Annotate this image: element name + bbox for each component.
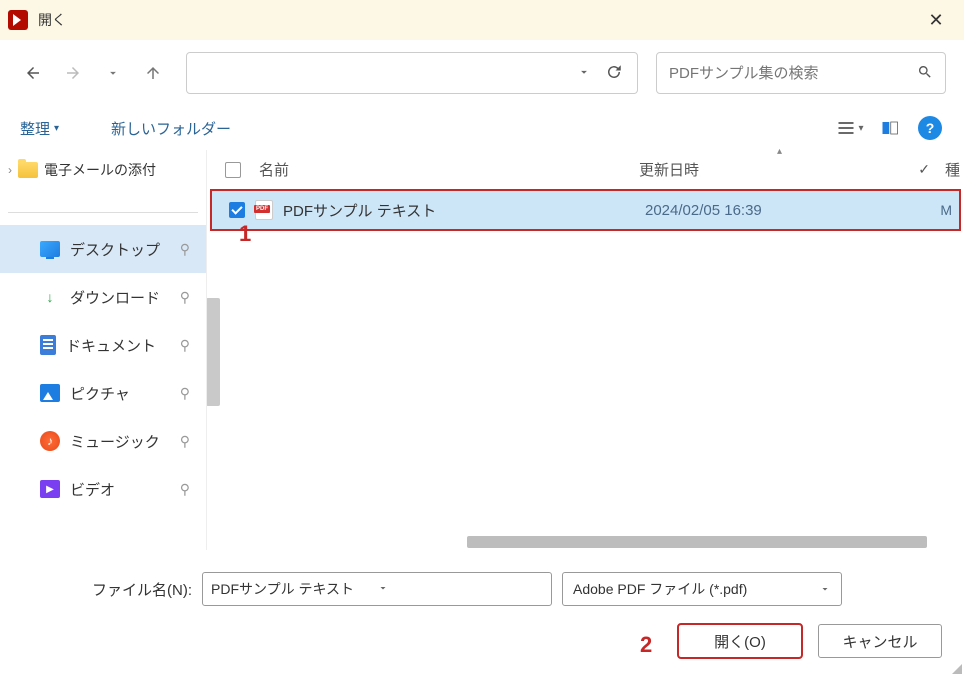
column-headers: 名前 更新日時 ▴ ✓ 種 (207, 150, 964, 190)
quick-access-list: デスクトップ ⚲ ↓ ダウンロード ⚲ ドキュメント ⚲ ピクチャ ⚲ ♪ ミュ… (0, 225, 206, 513)
desktop-icon (40, 241, 60, 257)
sidebar-item-label: ミュージック (70, 431, 160, 452)
video-icon: ▶ (40, 480, 60, 498)
chevron-right-icon: › (8, 163, 12, 177)
tree-item-attachments[interactable]: › 電子メールの添付 (0, 150, 206, 190)
pin-icon: ⚲ (180, 289, 190, 306)
file-list-pane: 名前 更新日時 ▴ ✓ 種 PDFサンプル テキスト 2024/02/05 16… (206, 150, 964, 550)
music-icon: ♪ (40, 431, 60, 451)
refresh-button[interactable] (599, 63, 629, 84)
sidebar-item-label: ダウンロード (70, 287, 160, 308)
annotation-1: 1 (239, 221, 251, 247)
pin-icon: ⚲ (180, 337, 190, 354)
sidebar-item-label: ドキュメント (66, 335, 156, 356)
refresh-icon (605, 63, 623, 81)
filename-input[interactable]: PDFサンプル テキスト (202, 572, 552, 606)
back-button[interactable] (18, 58, 48, 88)
pdf-icon (255, 200, 273, 220)
new-folder-label: 新しいフォルダー (111, 118, 231, 139)
file-date: 2024/02/05 16:39 (645, 202, 845, 219)
dropdown-icon: ▾ (54, 123, 59, 134)
document-icon (40, 335, 56, 355)
app-icon (8, 10, 28, 30)
arrow-left-icon (24, 64, 42, 82)
file-type-filter[interactable]: Adobe PDF ファイル (*.pdf) (562, 572, 842, 606)
sidebar-item-videos[interactable]: ▶ ビデオ ⚲ (0, 465, 206, 513)
download-icon: ↓ (40, 287, 60, 307)
titlebar: 開く ✕ (0, 0, 964, 40)
divider (8, 212, 198, 213)
sidebar-item-desktop[interactable]: デスクトップ ⚲ (0, 225, 206, 273)
search-input[interactable] (669, 65, 917, 82)
close-button[interactable]: ✕ (916, 0, 956, 40)
forward-button[interactable] (58, 58, 88, 88)
arrow-right-icon (64, 64, 82, 82)
dropdown-icon: ▾ (858, 123, 863, 134)
open-label: 開く(O) (714, 631, 766, 652)
list-view-icon (836, 118, 856, 138)
column-date[interactable]: 更新日時 (639, 159, 839, 180)
window-title: 開く (38, 10, 66, 30)
organize-label: 整理 (20, 118, 50, 139)
sidebar-item-documents[interactable]: ドキュメント ⚲ (0, 321, 206, 369)
recent-dropdown[interactable] (98, 58, 128, 88)
sidebar-item-downloads[interactable]: ↓ ダウンロード ⚲ (0, 273, 206, 321)
horizontal-scrollbar[interactable] (467, 536, 927, 548)
toolbar: 整理 ▾ 新しいフォルダー ▾ ? (0, 106, 964, 150)
sidebar-item-label: デスクトップ (70, 239, 160, 260)
filename-row: ファイル名(N): PDFサンプル テキスト Adobe PDF ファイル (*… (22, 572, 942, 606)
check-icon: ✓ (918, 161, 930, 178)
file-checkbox[interactable] (229, 202, 245, 218)
select-all-checkbox[interactable] (225, 162, 241, 178)
search-bar[interactable] (656, 52, 946, 94)
pin-icon: ⚲ (180, 433, 190, 450)
button-row: 開く(O) キャンセル (22, 624, 942, 658)
search-button[interactable] (917, 64, 933, 83)
sidebar-item-pictures[interactable]: ピクチャ ⚲ (0, 369, 206, 417)
sidebar-item-label: ビデオ (70, 479, 115, 500)
open-button[interactable]: 開く(O) (678, 624, 802, 658)
address-bar[interactable] (186, 52, 638, 94)
chevron-down-icon (377, 582, 389, 594)
sidebar-item-label: ピクチャ (70, 383, 130, 404)
filename-label: ファイル名(N): (22, 579, 192, 600)
up-button[interactable] (138, 58, 168, 88)
new-folder-button[interactable]: 新しいフォルダー (109, 114, 233, 143)
nav-row (0, 40, 964, 106)
file-name: PDFサンプル テキスト (283, 200, 645, 221)
bottom-panel: ファイル名(N): PDFサンプル テキスト Adobe PDF ファイル (*… (0, 560, 964, 676)
main-area: › 電子メールの添付 デスクトップ ⚲ ↓ ダウンロード ⚲ ドキュメント ⚲ (0, 150, 964, 550)
chevron-down-icon (106, 66, 120, 80)
cancel-label: キャンセル (842, 631, 917, 652)
pin-icon: ⚲ (180, 385, 190, 402)
chevron-down-icon (819, 583, 831, 595)
cancel-button[interactable]: キャンセル (818, 624, 942, 658)
filename-dropdown[interactable] (377, 581, 543, 597)
sidebar-item-music[interactable]: ♪ ミュージック ⚲ (0, 417, 206, 465)
sort-indicator-icon: ▴ (777, 146, 782, 157)
view-mode-button[interactable]: ▾ (834, 112, 866, 144)
help-button[interactable]: ? (914, 112, 946, 144)
pin-icon: ⚲ (180, 241, 190, 258)
folder-icon (18, 162, 38, 178)
file-type: M (940, 202, 960, 218)
arrow-up-icon (144, 64, 162, 82)
preview-pane-button[interactable] (874, 112, 906, 144)
pin-icon: ⚲ (180, 481, 190, 498)
search-icon (917, 64, 933, 80)
organize-button[interactable]: 整理 ▾ (18, 114, 61, 143)
column-name[interactable]: 名前 (259, 159, 639, 180)
filename-value: PDFサンプル テキスト (211, 579, 377, 599)
resize-grip[interactable] (950, 662, 962, 674)
file-row[interactable]: PDFサンプル テキスト 2024/02/05 16:39 M (211, 190, 960, 230)
help-icon: ? (918, 116, 942, 140)
preview-pane-icon (881, 119, 899, 137)
address-dropdown[interactable] (569, 65, 599, 82)
filter-value: Adobe PDF ファイル (*.pdf) (573, 579, 819, 599)
navigation-pane: › 電子メールの添付 デスクトップ ⚲ ↓ ダウンロード ⚲ ドキュメント ⚲ (0, 150, 206, 550)
picture-icon (40, 384, 60, 402)
tree-item-label: 電子メールの添付 (44, 160, 156, 180)
chevron-down-icon (577, 65, 591, 79)
column-type[interactable]: 種 (945, 159, 964, 180)
